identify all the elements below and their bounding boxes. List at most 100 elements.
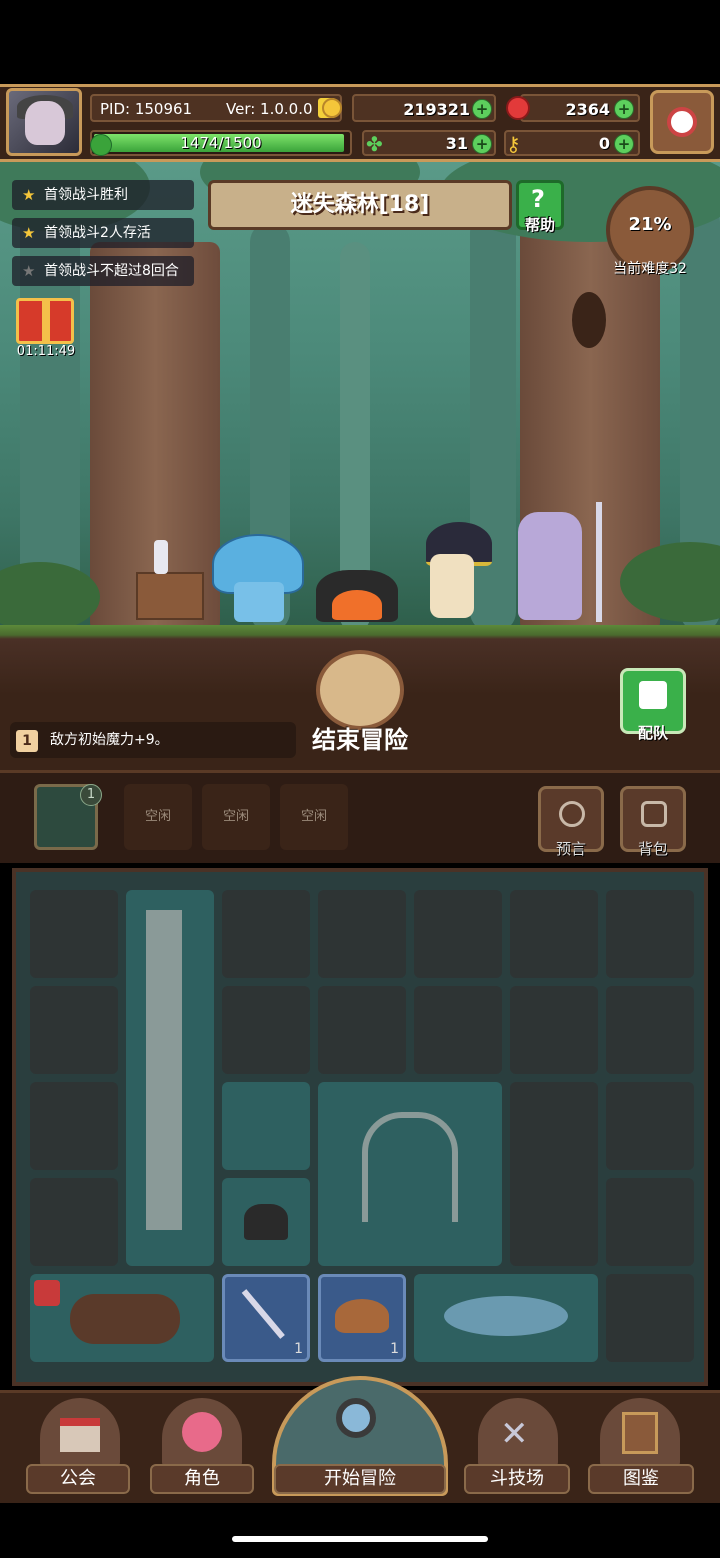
character-label: 角色 xyxy=(150,1464,254,1494)
idle-slot[interactable]: 空闲 xyxy=(124,784,192,850)
prophecy-label: 预言 xyxy=(555,840,586,858)
tree-hollow xyxy=(572,292,606,348)
avatar-face xyxy=(25,101,65,145)
character-button[interactable] xyxy=(162,1398,242,1468)
cave-tile[interactable] xyxy=(510,1082,598,1266)
tower-tile[interactable] xyxy=(126,890,214,1266)
grid-cell[interactable] xyxy=(30,890,118,978)
gift-ribbon xyxy=(42,301,50,341)
campfire xyxy=(332,590,382,620)
buff-text: 敌方初始魔力+9。 xyxy=(50,732,169,748)
gold-plus-button[interactable]: + xyxy=(472,99,492,119)
grid-cell[interactable] xyxy=(30,986,118,1074)
grid-cell[interactable] xyxy=(222,890,310,978)
pid-version-box: PID: 150961 Ver: 1.0.0.0 xyxy=(90,94,342,122)
bread-icon xyxy=(335,1299,389,1333)
stone-arch xyxy=(362,1112,458,1222)
mage-character xyxy=(518,512,582,620)
return-arrow-icon xyxy=(316,650,404,730)
start-adventure-label: 开始冒险 xyxy=(274,1464,446,1494)
stone-tower xyxy=(146,910,182,1230)
grid-cell[interactable] xyxy=(606,1274,694,1362)
blue-mushroom-stem xyxy=(234,582,284,622)
grid-cell[interactable] xyxy=(606,1082,694,1170)
bag-label: 背包 xyxy=(637,840,668,858)
cauldron-tile[interactable] xyxy=(222,1178,310,1266)
quest-label: 首领战斗胜利 xyxy=(44,187,128,203)
guild-label: 公会 xyxy=(26,1464,130,1494)
bush xyxy=(0,562,100,632)
slot-badge: 1 xyxy=(80,784,102,806)
arena-button[interactable]: ✕ xyxy=(478,1398,558,1468)
grid-cell[interactable] xyxy=(30,1178,118,1266)
gold-coin-icon xyxy=(322,98,342,118)
gift-timer: 01:11:49 xyxy=(16,344,76,359)
grid-cell[interactable] xyxy=(606,986,694,1074)
gem-plus-button[interactable]: + xyxy=(614,99,634,119)
grid-cell[interactable] xyxy=(606,890,694,978)
grid-cell[interactable] xyxy=(510,890,598,978)
grid-cell[interactable] xyxy=(222,986,310,1074)
crossed-swords-icon: ✕ xyxy=(500,1414,529,1454)
star-icon: ★ xyxy=(22,186,36,204)
pond-tile[interactable] xyxy=(414,1274,598,1362)
grid-cell[interactable] xyxy=(414,890,502,978)
grid-cell[interactable] xyxy=(222,1082,310,1170)
arena-label: 斗技场 xyxy=(464,1464,570,1494)
codex-label: 图鉴 xyxy=(588,1464,694,1494)
gold-amount: 219321 xyxy=(403,100,470,119)
grid-cell[interactable] xyxy=(606,1178,694,1266)
guild-button[interactable] xyxy=(40,1398,120,1468)
ruins-tile[interactable] xyxy=(318,1082,502,1266)
red-gem-icon xyxy=(506,96,530,120)
clover-plus-button[interactable]: + xyxy=(472,134,492,154)
clover-icon: ✤ xyxy=(366,132,383,156)
grid-cell[interactable] xyxy=(414,986,502,1074)
grid-cell[interactable] xyxy=(318,986,406,1074)
version-text: Ver: 1.0.0.0 xyxy=(226,100,313,118)
gem-amount: 2364 xyxy=(565,100,610,119)
team-icon xyxy=(639,681,667,709)
quest-item: ★ 首领战斗不超过8回合 xyxy=(12,256,194,286)
log-tile[interactable] xyxy=(30,1274,214,1362)
crystal-ball-icon xyxy=(559,801,585,827)
grid-cell[interactable] xyxy=(30,1082,118,1170)
idle-slot[interactable]: 空闲 xyxy=(202,784,270,850)
cauldron-icon xyxy=(244,1204,288,1240)
grid-cell[interactable] xyxy=(510,986,598,1074)
backpack-icon xyxy=(641,801,667,827)
book-icon xyxy=(622,1412,658,1454)
gift-box-button[interactable] xyxy=(16,298,74,344)
idle-slot[interactable]: 空闲 xyxy=(280,784,348,850)
slot-row xyxy=(0,770,720,863)
codex-button[interactable] xyxy=(600,1398,680,1468)
stage-title: 迷失森林[18] xyxy=(208,180,512,230)
settings-button[interactable] xyxy=(650,90,714,154)
star-icon: ★ xyxy=(22,224,36,242)
mushroom-marker-icon xyxy=(34,1280,60,1306)
player-avatar[interactable] xyxy=(6,88,82,156)
witch-character xyxy=(430,554,474,618)
quest-label: 首领战斗2人存活 xyxy=(44,225,151,241)
clover-amount: 31 xyxy=(445,134,468,153)
potion-bottle xyxy=(154,540,168,574)
item-tile-wand[interactable]: 1 xyxy=(222,1274,310,1362)
mage-staff xyxy=(596,502,602,622)
guild-house-icon xyxy=(60,1418,100,1452)
pond xyxy=(444,1296,568,1336)
question-icon: ? xyxy=(531,185,545,213)
character-icon xyxy=(182,1412,222,1452)
wooden-crate xyxy=(136,572,204,620)
quest-item: ★ 首领战斗胜利 xyxy=(12,180,194,210)
help-label: 帮助 xyxy=(524,216,555,234)
home-indicator xyxy=(232,1536,488,1542)
exp-bar: 1474/1500 xyxy=(90,130,352,156)
difficulty-label: 当前难度32 xyxy=(613,261,687,277)
star-empty-icon: ★ xyxy=(22,262,36,280)
grid-cell[interactable] xyxy=(318,890,406,978)
item-count: 1 xyxy=(390,1341,399,1357)
key-plus-button[interactable]: + xyxy=(614,134,634,154)
map-grid: 1 1 xyxy=(12,868,708,1386)
item-tile-bread[interactable]: 1 xyxy=(318,1274,406,1362)
gear-icon xyxy=(667,107,697,137)
